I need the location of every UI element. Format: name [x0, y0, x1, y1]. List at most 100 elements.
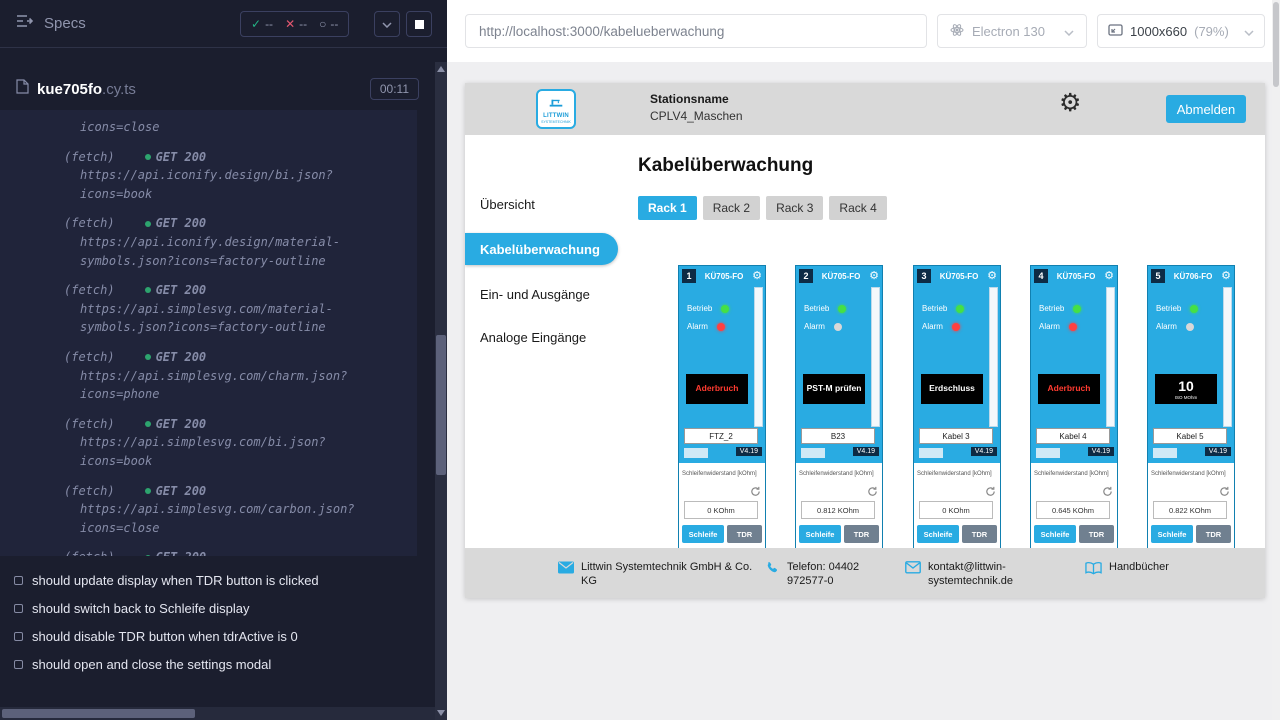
firmware-version: V4.19	[853, 447, 879, 456]
scrollbar-thumb[interactable]	[2, 709, 195, 718]
nav-item-ein-und-ausgaenge[interactable]: Ein- und Ausgänge	[480, 287, 590, 302]
refresh-icon[interactable]	[867, 484, 878, 502]
log-event-type: (fetch)	[64, 214, 115, 233]
test-title: should update display when TDR button is…	[32, 573, 319, 588]
log-url: https://api.simplesvg.com/charm.json?ico…	[64, 367, 393, 404]
network-log-entry[interactable]: (fetch)GET 200 https://api.simplesvg.com…	[0, 281, 417, 337]
phone-icon	[765, 561, 780, 589]
footer-company: Littwin Systemtechnik GmbH & Co. KG	[558, 560, 753, 589]
nav-item-uebersicht[interactable]: Übersicht	[480, 197, 535, 212]
card-settings-icon[interactable]: ⚙	[869, 271, 879, 282]
card-settings-icon[interactable]: ⚙	[1221, 271, 1231, 282]
refresh-icon[interactable]	[750, 484, 761, 502]
nav-item-analoge-eingaenge[interactable]: Analoge Eingänge	[480, 330, 586, 345]
schleife-button[interactable]: Schleife	[1034, 525, 1076, 543]
test-stats: ✓-- ✕-- ○--	[240, 11, 349, 37]
collapse-runs-button[interactable]	[374, 11, 400, 37]
network-log-entry[interactable]: (fetch)GET 200 https://api.simplesvg.com…	[0, 548, 417, 556]
tab-rack-4[interactable]: Rack 4	[829, 196, 886, 220]
betrieb-led-icon	[1073, 305, 1081, 313]
settings-gear-icon[interactable]: ⚙	[1059, 91, 1081, 116]
tdr-button[interactable]: TDR	[1196, 525, 1231, 543]
footer-phone-text: Telefon: 04402 972577-0	[787, 560, 895, 589]
test-item[interactable]: should update display when TDR button is…	[0, 566, 435, 594]
alarm-led-icon	[717, 323, 725, 331]
test-title: should switch back to Schleife display	[32, 601, 250, 616]
betrieb-led-icon	[838, 305, 846, 313]
command-log[interactable]: icons=close (fetch)GET 200 https://api.i…	[0, 110, 417, 556]
network-log-entry[interactable]: (fetch)GET 200 https://api.simplesvg.com…	[0, 482, 417, 538]
schleife-button[interactable]: Schleife	[1151, 525, 1193, 543]
footer-email-text: kontakt@littwin-systemtechnik.de	[928, 560, 1050, 589]
tdr-button[interactable]: TDR	[844, 525, 879, 543]
card-scrollbar[interactable]	[989, 287, 998, 427]
test-box-icon	[14, 604, 23, 613]
log-url: https://api.simplesvg.com/carbon.json?ic…	[64, 500, 393, 537]
log-event-type: (fetch)	[64, 148, 115, 167]
scrollbar-thumb[interactable]	[436, 335, 446, 475]
firmware-version: V4.19	[1205, 447, 1231, 456]
tab-rack-2[interactable]: Rack 2	[703, 196, 760, 220]
stop-run-button[interactable]	[406, 11, 432, 37]
tab-rack-3[interactable]: Rack 3	[766, 196, 823, 220]
footer-manuals[interactable]: Handbücher	[1085, 560, 1245, 579]
card-scrollbar[interactable]	[1106, 287, 1115, 427]
test-item[interactable]: should disable TDR button when tdrActive…	[0, 622, 435, 650]
refresh-icon[interactable]	[1219, 484, 1230, 502]
test-item[interactable]: should open and close the settings modal	[0, 650, 435, 678]
network-log-entry[interactable]: (fetch)GET 200 https://api.iconify.desig…	[0, 214, 417, 270]
viewport-selector[interactable]: 1000x660 (79%)	[1097, 14, 1265, 48]
page-vertical-scrollbar[interactable]	[1272, 0, 1280, 720]
card-scrollbar[interactable]	[1223, 287, 1232, 427]
alarm-label: Alarm	[687, 322, 708, 331]
log-status: GET 200	[156, 348, 207, 367]
status-display: Erdschluss	[921, 374, 983, 404]
scroll-down-arrow-icon[interactable]	[437, 710, 445, 716]
test-item[interactable]: should switch back to Schleife display	[0, 594, 435, 622]
chevron-down-icon	[1244, 24, 1254, 39]
cable-name-input[interactable]	[684, 428, 758, 444]
scroll-up-arrow-icon[interactable]	[437, 66, 445, 72]
footer-email[interactable]: kontakt@littwin-systemtechnik.de	[905, 560, 1050, 589]
log-status: GET 200	[156, 281, 207, 300]
alarm-led-icon	[834, 323, 842, 331]
schleife-button[interactable]: Schleife	[682, 525, 724, 543]
card-scrollbar[interactable]	[754, 287, 763, 427]
specs-menu-button[interactable]: Specs	[16, 14, 86, 32]
panel-vertical-scrollbar[interactable]	[435, 62, 447, 720]
network-log-entry[interactable]: (fetch)GET 200 https://api.simplesvg.com…	[0, 348, 417, 404]
refresh-icon[interactable]	[985, 484, 996, 502]
network-log-entry[interactable]: (fetch)GET 200 https://api.iconify.desig…	[0, 148, 417, 204]
refresh-icon[interactable]	[1102, 484, 1113, 502]
spec-file-row[interactable]: kue705fo.cy.ts 00:11	[0, 72, 435, 106]
cable-name-input[interactable]	[919, 428, 993, 444]
tdr-button[interactable]: TDR	[1079, 525, 1114, 543]
check-icon: ✓	[251, 17, 261, 31]
status-display: PST-M prüfen	[803, 374, 865, 404]
card-settings-icon[interactable]: ⚙	[1104, 271, 1114, 282]
card-settings-icon[interactable]: ⚙	[752, 271, 762, 282]
cable-name-input[interactable]	[1036, 428, 1110, 444]
cable-name-input[interactable]	[801, 428, 875, 444]
schleife-button[interactable]: Schleife	[917, 525, 959, 543]
nav-item-kabelueberwachung[interactable]: Kabelüberwachung	[465, 233, 618, 265]
card-number-badge: 1	[682, 269, 696, 283]
tdr-button[interactable]: TDR	[727, 525, 762, 543]
browser-selector[interactable]: Electron 130	[937, 14, 1087, 48]
status-dot-icon	[145, 154, 151, 160]
logout-button[interactable]: Abmelden	[1166, 95, 1246, 123]
schleife-button[interactable]: Schleife	[799, 525, 841, 543]
panel-horizontal-scrollbar[interactable]	[0, 707, 435, 720]
log-status: GET 200	[156, 415, 207, 434]
status-text: Aderbruch	[695, 384, 740, 393]
firmware-version: V4.19	[736, 447, 762, 456]
scrollbar-thumb[interactable]	[1273, 2, 1279, 87]
card-scrollbar[interactable]	[871, 287, 880, 427]
url-bar[interactable]: http://localhost:3000/kabelueberwachung	[465, 14, 927, 48]
tab-rack-1[interactable]: Rack 1	[638, 196, 697, 220]
network-log-entry[interactable]: (fetch)GET 200 https://api.simplesvg.com…	[0, 415, 417, 471]
chevron-down-icon	[1064, 24, 1074, 39]
cable-name-input[interactable]	[1153, 428, 1227, 444]
card-settings-icon[interactable]: ⚙	[987, 271, 997, 282]
tdr-button[interactable]: TDR	[962, 525, 997, 543]
